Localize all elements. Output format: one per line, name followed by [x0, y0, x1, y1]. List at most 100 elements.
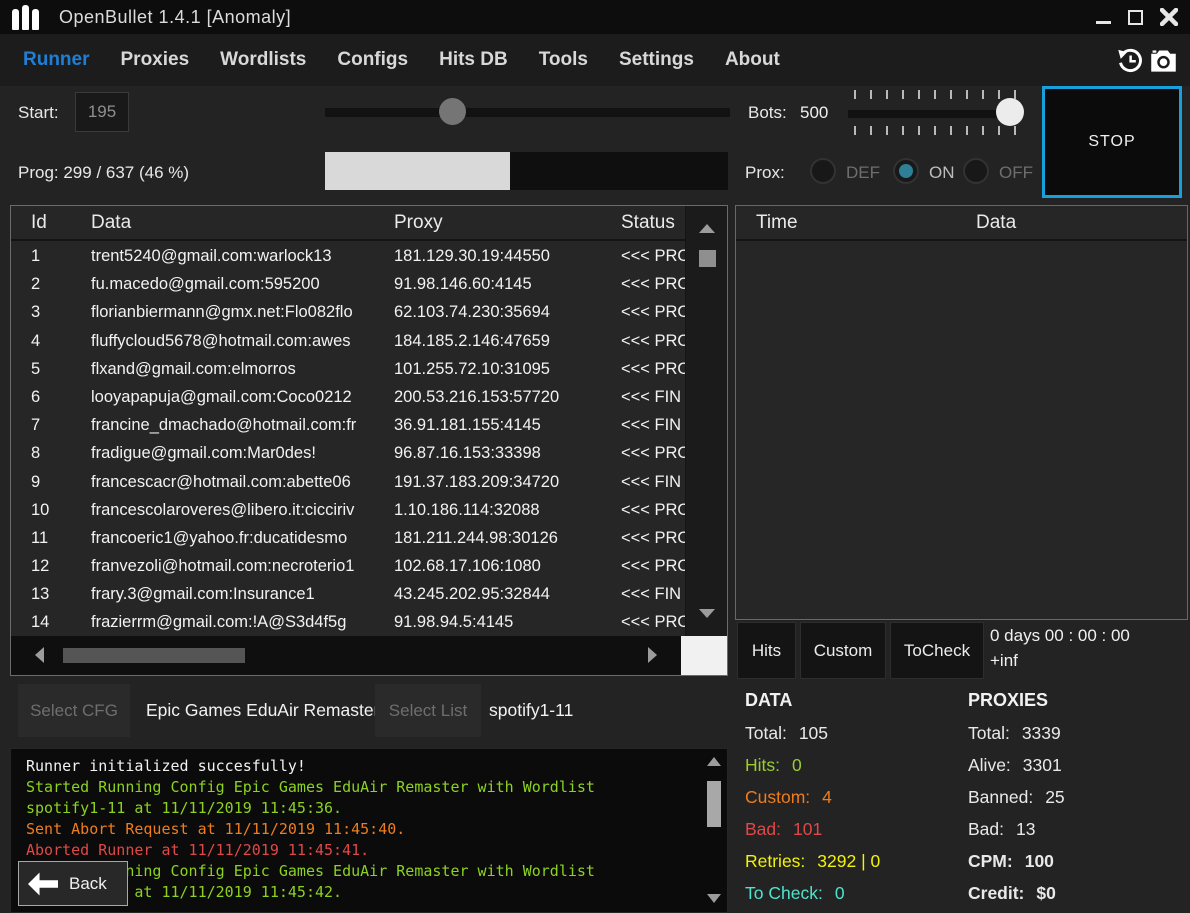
- nav-item-hitsdb[interactable]: Hits DB: [439, 49, 508, 71]
- bots-slider-thumb[interactable]: [996, 98, 1024, 126]
- prox-radio-off[interactable]: [963, 158, 989, 184]
- tab-hits[interactable]: Hits: [737, 622, 796, 679]
- proxy-bad: Bad:13: [968, 819, 1065, 840]
- nav-item-wordlists[interactable]: Wordlists: [220, 49, 306, 71]
- col-header-status[interactable]: Status: [621, 212, 685, 234]
- proxy-cpm: CPM:100: [968, 851, 1065, 872]
- scroll-up-icon[interactable]: [699, 224, 715, 233]
- table-row[interactable]: 2fu.macedo@gmail.com:59520091.98.146.60:…: [11, 271, 685, 299]
- log-line: Started Running Config Epic Games EduAir…: [26, 777, 697, 798]
- prox-radio-def-label[interactable]: DEF: [846, 163, 880, 183]
- progress-bar: [325, 152, 728, 190]
- prox-radio-on-label[interactable]: ON: [929, 163, 955, 183]
- table-row[interactable]: 6looyapapuja@gmail.com:Coco0212200.53.21…: [11, 384, 685, 412]
- start-slider-thumb[interactable]: [439, 98, 466, 125]
- scroll-right-icon[interactable]: [648, 647, 657, 663]
- col-header-hitdata[interactable]: Data: [976, 212, 1016, 234]
- tab-tocheck[interactable]: ToCheck: [890, 622, 984, 679]
- close-icon[interactable]: [1156, 4, 1182, 30]
- log-line: Runner initialized succesfully!: [26, 756, 697, 777]
- scroll-down-icon[interactable]: [707, 894, 721, 903]
- stop-button[interactable]: STOP: [1042, 86, 1182, 198]
- table-row[interactable]: 14frazierrm@gmail.com:!A@S3d4f5g91.98.94…: [11, 609, 685, 636]
- col-header-time[interactable]: Time: [756, 212, 798, 234]
- col-header-proxy[interactable]: Proxy: [394, 212, 616, 234]
- log-line: spotify1-11 at 11/11/2019 11:45:36.: [26, 798, 697, 819]
- table-row[interactable]: 4fluffycloud5678@hotmail.com:awes184.185…: [11, 328, 685, 356]
- progress-fill: [325, 152, 510, 190]
- table-row[interactable]: 13frary.3@gmail.com:Insurance143.245.202…: [11, 581, 685, 609]
- nav-item-about[interactable]: About: [725, 49, 780, 71]
- col-header-data[interactable]: Data: [91, 212, 389, 234]
- elapsed-time: 0 days 00 : 00 : 00: [990, 626, 1188, 646]
- results-table-body: 1trent5240@gmail.com:warlock13181.129.30…: [11, 243, 685, 636]
- bots-value: 500: [800, 103, 828, 123]
- prox-radio-def[interactable]: [810, 158, 836, 184]
- history-icon[interactable]: [1116, 47, 1143, 80]
- bots-label: Bots:: [748, 103, 787, 123]
- log-scrollbar-thumb[interactable]: [707, 781, 721, 827]
- table-row[interactable]: 12franvezoli@hotmail.com:necroterio1102.…: [11, 553, 685, 581]
- proxy-alive: Alive:3301: [968, 755, 1065, 776]
- table-row[interactable]: 8fradigue@gmail.com:Mar0des!96.87.16.153…: [11, 440, 685, 468]
- scroll-up-icon[interactable]: [707, 757, 721, 766]
- stat-custom: Custom:4: [745, 787, 880, 808]
- col-header-id[interactable]: Id: [31, 212, 83, 234]
- proxy-credit: Credit:$0: [968, 883, 1065, 904]
- back-button-label: Back: [69, 874, 107, 894]
- log-scrollbar[interactable]: [706, 757, 722, 905]
- select-list-button[interactable]: Select List: [375, 684, 481, 737]
- runner-controls: Start: Bots: 500 Prog: 299 / 637 (46 %) …: [0, 86, 1190, 205]
- nav-item-tools[interactable]: Tools: [539, 49, 588, 71]
- data-stats-title: DATA: [745, 690, 880, 711]
- maximize-icon[interactable]: [1122, 4, 1148, 30]
- nav-item-proxies[interactable]: Proxies: [121, 49, 190, 71]
- camera-icon[interactable]: [1149, 47, 1178, 80]
- stat-tocheck: To Check:0: [745, 883, 880, 904]
- app-window: OpenBullet 1.4.1 [Anomaly] Runner Proxie…: [0, 0, 1190, 913]
- log-line: Sent Abort Request at 11/11/2019 11:45:4…: [26, 819, 697, 840]
- start-input[interactable]: [75, 92, 129, 132]
- scroll-down-icon[interactable]: [699, 609, 715, 618]
- table-row[interactable]: 11francoeric1@yahoo.fr:ducatidesmo181.21…: [11, 525, 685, 553]
- stat-retries: Retries:3292 | 0: [745, 851, 880, 872]
- remaining-time: +inf: [990, 651, 1188, 671]
- proxies-stats-panel: PROXIES Total:3339 Alive:3301 Banned:25 …: [968, 690, 1065, 913]
- table-row[interactable]: 1trent5240@gmail.com:warlock13181.129.30…: [11, 243, 685, 271]
- select-cfg-button[interactable]: Select CFG: [18, 684, 130, 737]
- start-slider[interactable]: [325, 108, 730, 117]
- vertical-scrollbar[interactable]: [685, 206, 727, 636]
- prox-radio-off-label[interactable]: OFF: [999, 163, 1033, 183]
- window-title: OpenBullet 1.4.1 [Anomaly]: [59, 7, 291, 28]
- data-stats-panel: DATA Total:105 Hits:0 Custom:4 Bad:101 R…: [745, 690, 880, 913]
- table-row[interactable]: 5flxand@gmail.com:elmorros101.255.72.10:…: [11, 356, 685, 384]
- tab-custom[interactable]: Custom: [800, 622, 886, 679]
- table-row[interactable]: 10francescolaroveres@libero.it:cicciriv1…: [11, 497, 685, 525]
- scroll-left-icon[interactable]: [35, 647, 44, 663]
- bots-slider-ticks-bottom: [854, 126, 1016, 135]
- timer: 0 days 00 : 00 : 00 +inf: [990, 626, 1188, 671]
- log-line: Aborted Runner at 11/11/2019 11:45:41.: [26, 840, 697, 861]
- bots-slider[interactable]: [848, 110, 1018, 118]
- stat-bad: Bad:101: [745, 819, 880, 840]
- table-row[interactable]: 9francescacr@hotmail.com:abette06191.37.…: [11, 469, 685, 497]
- prox-radio-on[interactable]: [893, 158, 919, 184]
- app-logo-bullets-icon: [12, 4, 39, 30]
- proxy-banned: Banned:25: [968, 787, 1065, 808]
- table-row[interactable]: 3florianbiermann@gmx.net:Flo082flo62.103…: [11, 299, 685, 327]
- nav-item-runner[interactable]: Runner: [23, 49, 90, 71]
- minimize-icon[interactable]: [1090, 4, 1116, 30]
- nav-item-configs[interactable]: Configs: [337, 49, 408, 71]
- horizontal-scrollbar[interactable]: [11, 636, 681, 675]
- nav-bar: Runner Proxies Wordlists Configs Hits DB…: [0, 34, 1190, 86]
- proxy-total: Total:3339: [968, 723, 1065, 744]
- horizontal-scrollbar-thumb[interactable]: [63, 648, 245, 663]
- titlebar: OpenBullet 1.4.1 [Anomaly]: [0, 0, 1190, 34]
- vertical-scrollbar-thumb[interactable]: [699, 250, 716, 267]
- progress-label: Prog: 299 / 637 (46 %): [18, 163, 189, 183]
- proxies-stats-title: PROXIES: [968, 690, 1065, 711]
- nav-item-settings[interactable]: Settings: [619, 49, 694, 71]
- back-button[interactable]: Back: [18, 861, 128, 906]
- table-row[interactable]: 7francine_dmachado@hotmail.com:fr36.91.1…: [11, 412, 685, 440]
- start-label: Start:: [18, 103, 59, 123]
